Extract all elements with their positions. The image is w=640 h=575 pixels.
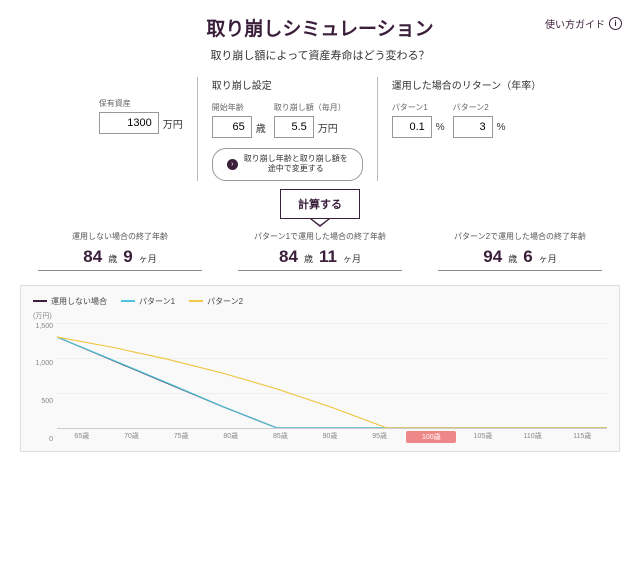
legend-line-icon [189, 300, 203, 302]
info-icon: i [609, 17, 622, 30]
amount-label: 取り崩し額（毎月） [274, 102, 346, 113]
assets-group: 保有資産 万円 [85, 77, 197, 181]
withdrawal-group: 取り崩し設定 開始年齢 歳 取り崩し額（毎月） 万円 › 取り崩し年齢と取り崩し… [197, 77, 377, 181]
p2-label: パターン2 [453, 102, 506, 113]
page-title: 取り崩しシミュレーション [206, 14, 433, 41]
start-age-label: 開始年齢 [212, 102, 266, 113]
assets-label: 保有資産 [99, 98, 183, 109]
change-label: 取り崩し年齢と取り崩し額を 途中で変更する [244, 154, 348, 175]
p1-label: パターン1 [392, 102, 445, 113]
chart-container: 運用しない場合 パターン1 パターン2 (万円) 1,5001,0005000 … [20, 285, 620, 452]
assets-unit: 万円 [163, 116, 183, 131]
result-item: 運用しない場合の終了年齢84歳9ヶ月 [20, 231, 220, 271]
change-schedule-button[interactable]: › 取り崩し年齢と取り崩し額を 途中で変更する [212, 148, 363, 181]
results-row: 運用しない場合の終了年齢84歳9ヶ月パターン1で運用した場合の終了年齢84歳11… [0, 231, 640, 271]
amount-input[interactable] [274, 116, 314, 138]
y-axis: 1,5001,0005000 [33, 323, 53, 443]
plot-area [57, 323, 607, 429]
legend-line-icon [121, 300, 135, 302]
withdrawal-title: 取り崩し設定 [212, 77, 363, 92]
returns-group: 運用した場合のリターン（年率） パターン1 % パターン2 % [377, 77, 556, 181]
returns-title: 運用した場合のリターン（年率） [392, 77, 542, 92]
input-panel: 保有資産 万円 取り崩し設定 開始年齢 歳 取り崩し額（毎月） 万円 [0, 77, 640, 181]
pattern1-input[interactable] [392, 116, 432, 138]
chart-svg [57, 323, 607, 428]
result-item: パターン2で運用した場合の終了年齢94歳6ヶ月 [420, 231, 620, 271]
calculate-button[interactable]: 計算する [280, 189, 360, 219]
guide-label: 使い方ガイド [545, 16, 605, 31]
start-age-input[interactable] [212, 116, 252, 138]
assets-input[interactable] [99, 112, 159, 134]
subtitle: 取り崩し額によって資産寿命はどう変わる？ [0, 47, 640, 63]
legend-line-icon [33, 300, 47, 302]
line-chart: 1,5001,0005000 65歳70歳75歳80歳85歳90歳95歳100歳… [57, 323, 607, 443]
usage-guide-link[interactable]: 使い方ガイド i [545, 16, 622, 31]
x-axis: 65歳70歳75歳80歳85歳90歳95歳100歳105歳110歳115歳 [57, 431, 607, 443]
chart-legend: 運用しない場合 パターン1 パターン2 [33, 296, 607, 307]
result-item: パターン1で運用した場合の終了年齢84歳11ヶ月 [220, 231, 420, 271]
chevron-right-icon: › [227, 159, 238, 170]
y-axis-label: (万円) [33, 311, 607, 321]
pattern2-input[interactable] [453, 116, 493, 138]
